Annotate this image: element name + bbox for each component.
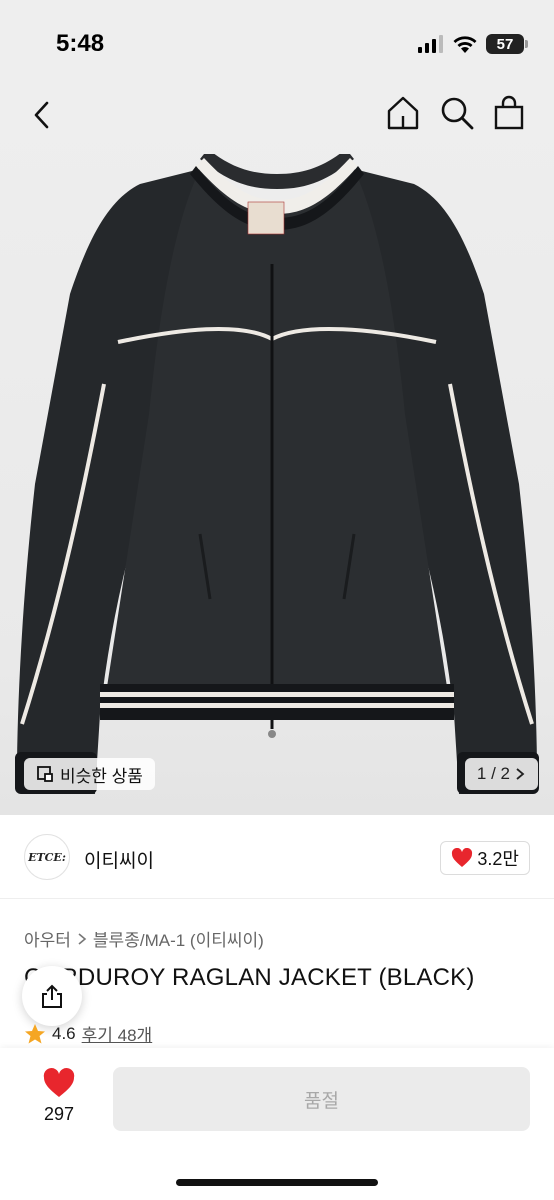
chevron-right-icon — [78, 932, 87, 945]
home-icon[interactable] — [384, 94, 422, 132]
rating-row: 4.6 후기 48개 — [24, 1021, 152, 1046]
shopping-bag-icon[interactable] — [490, 94, 528, 132]
rating-value: 4.6 — [52, 1023, 76, 1043]
brand-like-count: 3.2만 — [477, 849, 519, 869]
star-icon — [25, 1023, 45, 1043]
breadcrumb-child[interactable]: 블루종/MA-1 (이티씨이) — [93, 926, 264, 951]
share-button[interactable] — [22, 966, 82, 1026]
similar-products-label: 비슷한 상품 — [60, 766, 143, 786]
reviews-link[interactable]: 후기 48개 — [82, 1021, 153, 1046]
page-indicator: 1 / 2 — [476, 764, 510, 783]
heart-icon — [452, 848, 473, 867]
back-icon[interactable] — [26, 98, 60, 132]
similar-products-button[interactable]: 비슷한 상품 — [24, 758, 155, 790]
brand-name[interactable]: 이티씨이 — [84, 846, 154, 873]
brand-row[interactable]: ETCE: 이티씨이 3.2만 — [0, 815, 554, 899]
similar-products-icon — [37, 766, 53, 782]
product-title: CORDUROY RAGLAN JACKET (BLACK) — [24, 964, 475, 991]
status-bar: 5:48 57 — [0, 0, 554, 84]
sold-out-button[interactable]: 품절 — [113, 1067, 530, 1131]
battery-icon: 57 — [486, 34, 528, 54]
brand-logo[interactable]: ETCE: — [24, 834, 70, 880]
breadcrumb[interactable]: 아우터 블루종/MA-1 (이티씨이) — [24, 926, 264, 951]
battery-level: 57 — [496, 35, 514, 53]
like-heart-icon[interactable] — [43, 1068, 75, 1098]
product-image-gallery[interactable]: 비슷한 상품 1 / 2 — [0, 84, 554, 815]
chevron-right-icon — [516, 768, 525, 780]
jacket-product-image — [15, 154, 539, 794]
wifi-icon — [453, 35, 477, 53]
signal-icon — [418, 35, 443, 53]
status-time: 5:48 — [56, 30, 105, 57]
brand-like-button[interactable]: 3.2만 — [440, 841, 530, 875]
share-icon — [42, 984, 62, 1008]
search-icon[interactable] — [438, 94, 476, 132]
like-count: 297 — [43, 1104, 75, 1124]
status-icons: 57 — [418, 33, 528, 55]
home-indicator — [176, 1179, 378, 1186]
breadcrumb-parent[interactable]: 아우터 — [24, 926, 71, 951]
image-pager[interactable]: 1 / 2 — [464, 758, 538, 790]
bottom-action-bar: 297 품절 — [0, 1048, 554, 1200]
brand-logo-text: ETCE: — [28, 850, 66, 864]
